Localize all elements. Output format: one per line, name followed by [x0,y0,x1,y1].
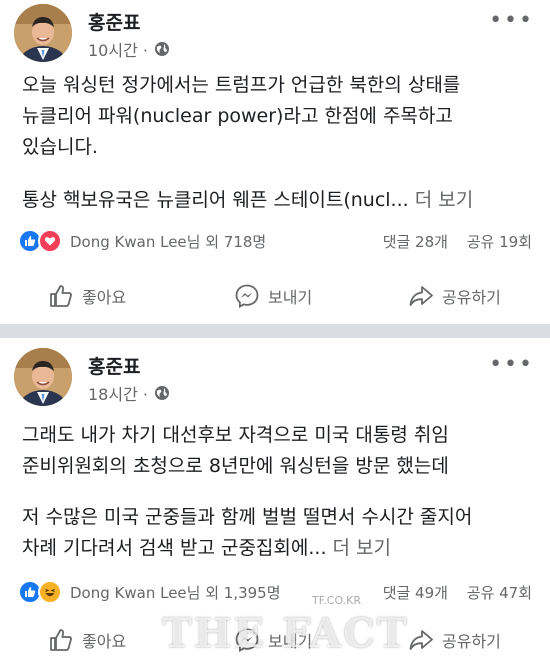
engagement-counts: 댓글 49개 공유 47회 [383,582,532,603]
action-bar: 좋아요 보내기 공유하기 [0,620,550,660]
post-body: 오늘 워싱턴 정가에서는 트럼프가 언급한 북한의 상태를 뉴클리어 파워(nu… [22,70,537,216]
post-line: 그래도 내가 차기 대선후보 자격으로 미국 대통령 취임 [22,424,449,446]
like-label: 좋아요 [82,632,127,651]
send-button[interactable]: 보내기 [234,276,312,316]
post-line: 준비위원회의 초청으로 8년만에 워싱턴을 방문 했는데 [22,455,449,477]
like-button[interactable]: 좋아요 [48,276,126,316]
thumbs-up-icon [50,285,72,307]
author-name[interactable]: 홍준표 [88,8,140,35]
author-avatar[interactable] [14,4,72,62]
haha-reaction-icon [38,580,62,604]
comment-count[interactable]: 댓글 49개 [383,584,448,602]
share-label: 공유하기 [442,288,501,307]
like-label: 좋아요 [82,288,127,307]
post-1: 홍준표 10시간 · ••• 오늘 워싱턴 정가에서는 트럼프가 언급한 북한의… [0,0,550,324]
post-2: 홍준표 18시간 · ••• 그래도 내가 차기 대선후보 자격으로 미국 대통… [0,338,550,671]
share-arrow-icon [409,630,433,650]
love-reaction-icon [38,229,62,253]
share-count[interactable]: 공유 19회 [467,233,532,251]
reactors-text[interactable]: Dong Kwan Lee님 외 718명 [70,231,266,252]
share-count[interactable]: 공유 47회 [467,584,532,602]
reaction-bar: Dong Kwan Lee님 외 1,395명 댓글 49개 공유 47회 [18,580,538,606]
author-name[interactable]: 홍준표 [88,352,140,379]
post-header: 홍준표 10시간 · ••• [14,4,534,64]
like-button[interactable]: 좋아요 [48,620,126,660]
more-options-icon[interactable]: ••• [489,354,534,376]
globe-icon [154,386,169,400]
send-label: 보내기 [268,288,313,307]
send-button[interactable]: 보내기 [234,620,312,660]
send-label: 보내기 [268,632,313,651]
post-line: 저 수많은 미국 군중들과 함께 벌벌 떨면서 수시간 줄지어 [22,506,473,528]
post-meta: 10시간 · [88,37,170,61]
reaction-icons[interactable] [18,229,62,253]
post-line-truncated: 통상 핵보유국은 뉴클리어 웨픈 스테이트(nucl... 더 보기 [22,189,474,211]
share-button[interactable]: 공유하기 [408,276,501,316]
post-header: 홍준표 18시간 · ••• [14,348,534,408]
post-line: 있습니다. [22,136,98,158]
reaction-icons[interactable] [18,580,62,604]
reaction-bar: Dong Kwan Lee님 외 718명 댓글 28개 공유 19회 [18,229,538,255]
messenger-icon [235,628,259,653]
thumbs-up-icon [50,629,72,651]
share-label: 공유하기 [442,632,501,651]
post-meta: 18시간 · [88,381,170,405]
share-button[interactable]: 공유하기 [408,620,501,660]
engagement-counts: 댓글 28개 공유 19회 [383,231,532,252]
post-time[interactable]: 10시간 · [88,37,148,61]
post-line: 뉴클리어 파워(nuclear power)라고 한점에 주목하고 [22,105,453,127]
more-options-icon[interactable]: ••• [489,10,534,32]
post-body: 그래도 내가 차기 대선후보 자격으로 미국 대통령 취임 준비위원회의 초청으… [22,420,537,564]
messenger-icon [235,284,259,309]
post-line: 오늘 워싱턴 정가에서는 트럼프가 언급한 북한의 상태를 [22,74,461,96]
see-more-link[interactable]: 더 보기 [333,537,391,559]
share-arrow-icon [409,286,433,306]
globe-icon [154,42,169,56]
see-more-link[interactable]: 더 보기 [415,189,473,211]
reactors-text[interactable]: Dong Kwan Lee님 외 1,395명 [70,582,281,603]
post-time[interactable]: 18시간 · [88,381,148,405]
post-divider [0,324,550,338]
action-bar: 좋아요 보내기 공유하기 [0,276,550,316]
comment-count[interactable]: 댓글 28개 [383,233,448,251]
author-avatar[interactable] [14,348,72,406]
post-line-truncated: 차례 기다려서 검색 받고 군중집회에... 더 보기 [22,537,392,559]
